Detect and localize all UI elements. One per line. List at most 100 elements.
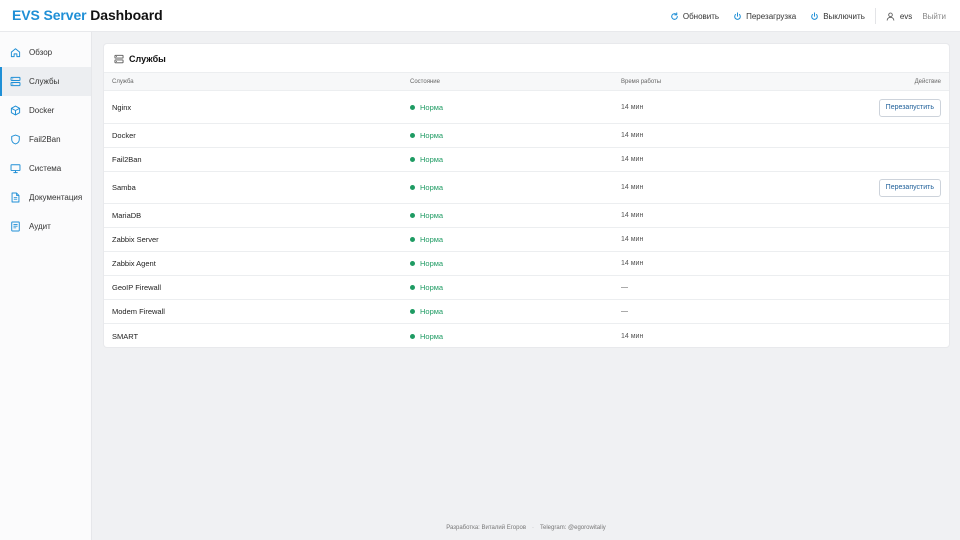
sidebar-item-overview[interactable]: Обзор [0,38,91,67]
home-icon [10,48,21,58]
table-row: Zabbix Server Норма 14 мин [104,228,949,252]
table-row: Docker Норма 14 мин [104,124,949,148]
header-divider [874,8,876,24]
service-state: Норма [410,276,443,299]
service-state: Норма [410,92,443,123]
app-title: EVS Server Dashboard [12,7,163,23]
status-dot-icon [410,261,415,266]
document-icon [11,192,20,203]
service-uptime: 14 мин [621,212,644,219]
app-title-accent: EVS Server [12,7,87,23]
status-dot-icon [410,105,415,110]
service-state: Норма [410,172,443,203]
service-uptime: 14 мин [621,260,644,267]
services-icon [114,54,124,64]
sidebar-item-label: Службы [29,77,60,86]
refresh-label: Обновить [682,11,720,21]
service-name: GeoIP Firewall [112,283,162,292]
logout-link[interactable]: Выйти [922,12,946,21]
status-dot-icon [410,133,415,138]
service-name: Zabbix Server [112,235,159,244]
sidebar-item-docker[interactable]: Docker [0,96,91,125]
service-state-label: Норма [420,155,444,164]
refresh-icon [671,11,678,20]
user-icon [886,12,895,20]
table-row: Samba Норма 14 мин Перезапустить [104,172,949,204]
sidebar-item-audit[interactable]: Аудит [0,212,91,241]
service-name: Docker [112,131,136,140]
status-dot-icon [410,185,415,190]
service-state: Норма [410,324,443,347]
restart-button[interactable]: Перезапустить [878,178,941,197]
service-state-label: Норма [420,131,444,140]
cube-icon [10,105,21,116]
sidebar-item-label: Аудит [29,222,51,231]
services-title: Службы [114,52,166,66]
service-name: Samba [112,183,136,192]
current-user: evs [886,12,912,21]
column-header-uptime: Время работы [621,79,662,85]
sidebar-item-label: Docker [29,106,55,115]
service-state-label: Норма [420,283,444,292]
sidebar-item-system[interactable]: Система [0,154,91,183]
status-dot-icon [410,309,415,314]
restart-button[interactable]: Перезапустить [878,98,941,117]
services-card: Службы Служба Состояние Время работы Дей… [104,44,949,347]
service-uptime: — [621,284,628,291]
service-name: Nginx [112,103,132,112]
service-name: Zabbix Agent [112,259,156,268]
service-state: Норма [410,204,443,227]
service-action: Перезапустить [878,172,941,203]
service-state-label: Норма [420,331,444,341]
table-row: Nginx Норма 14 мин Перезапустить [104,92,949,124]
service-action: Перезапустить [878,92,941,123]
header-actions: Обновить Перезагрузка Выключить evs Выйт… [656,0,946,32]
footer-telegram[interactable]: Telegram: @egorowitaliy [540,525,606,531]
status-dot-icon [410,237,415,242]
footer: Разработка: Виталий Егоров · Telegram: @eg… [92,525,960,531]
table-row: Zabbix Agent Норма 14 мин [104,252,949,276]
service-uptime: 14 мин [621,236,644,243]
service-state-label: Норма [420,103,444,112]
service-uptime: 14 мин [621,132,644,139]
footer-developer: Разработка: Виталий Егоров [446,525,527,531]
service-state: Норма [410,252,443,275]
sidebar-item-label: Система [29,164,62,173]
status-dot-icon [410,285,415,290]
sidebar-item-documentation[interactable]: Документация [0,183,91,212]
column-header-state: Состояние [410,79,440,85]
service-state-label: Норма [420,211,444,220]
sidebar-item-label: Документация [29,193,83,202]
service-uptime: 14 мин [621,104,644,111]
app-title-rest: Dashboard [90,7,163,23]
refresh-button[interactable]: Обновить [670,12,719,21]
service-state: Норма [410,148,443,171]
service-name: Modem Firewall [112,307,165,316]
service-name: MariaDB [112,211,142,220]
table-row: GeoIP Firewall Норма — [104,276,949,300]
shutdown-button[interactable]: Выключить [810,12,865,21]
status-dot-icon [410,213,415,218]
table-row: Fail2Ban Норма 14 мин [104,148,949,172]
shutdown-label: Выключить [823,11,865,21]
table-row: MariaDB Норма 14 мин [104,204,949,228]
services-icon [10,76,21,87]
status-dot-icon [410,157,415,162]
service-state-label: Норма [420,183,444,192]
service-state: Норма [410,300,443,323]
service-uptime: 14 мин [621,184,644,191]
power-icon [734,11,741,20]
service-uptime: — [621,308,628,315]
service-state: Норма [410,228,443,251]
reboot-button[interactable]: Перезагрузка [733,12,796,21]
service-state-label: Норма [420,259,444,268]
user-name: evs [899,11,913,21]
shield-icon [11,134,20,145]
footer-separator: · [532,525,535,531]
sidebar-item-fail2ban[interactable]: Fail2Ban [0,125,91,154]
service-state: Норма [410,124,443,147]
table-row: SMART Норма 14 мин [104,324,949,347]
status-dot-icon [410,333,415,339]
service-uptime: 14 мин [621,156,644,163]
sidebar-item-services[interactable]: Службы [0,67,91,96]
